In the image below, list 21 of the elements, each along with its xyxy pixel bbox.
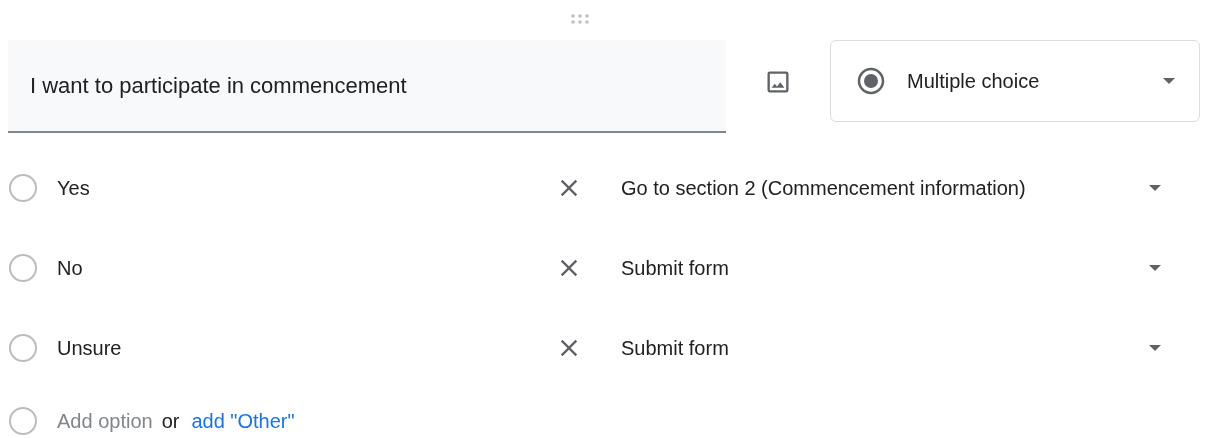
option-text[interactable]: Yes [57, 176, 555, 200]
or-text: or [161, 409, 180, 433]
section-dropdown[interactable]: Submit form [621, 256, 1161, 280]
dropdown-caret-icon [1149, 185, 1161, 191]
radio-button-icon [857, 67, 885, 95]
option-text[interactable]: Unsure [57, 336, 555, 360]
add-option-field[interactable]: Add option [57, 409, 153, 433]
dropdown-caret-icon [1149, 265, 1161, 271]
drag-handle-icon[interactable] [570, 13, 590, 25]
section-dropdown[interactable]: Submit form [621, 336, 1161, 360]
option-circle-icon [9, 254, 37, 282]
question-field[interactable]: I want to participate in commencement [8, 40, 726, 133]
option-circle-icon [9, 407, 37, 435]
question-type-dropdown[interactable]: Multiple choice [830, 40, 1200, 122]
option-circle-icon [9, 334, 37, 362]
section-dropdown[interactable]: Go to section 2 (Commencement information) [621, 176, 1161, 200]
dropdown-caret-icon [1149, 345, 1161, 351]
add-other-link[interactable]: add "Other" [191, 409, 295, 433]
dropdown-caret-icon [1163, 78, 1175, 84]
option-text[interactable]: No [57, 256, 555, 280]
option-circle-icon [9, 174, 37, 202]
